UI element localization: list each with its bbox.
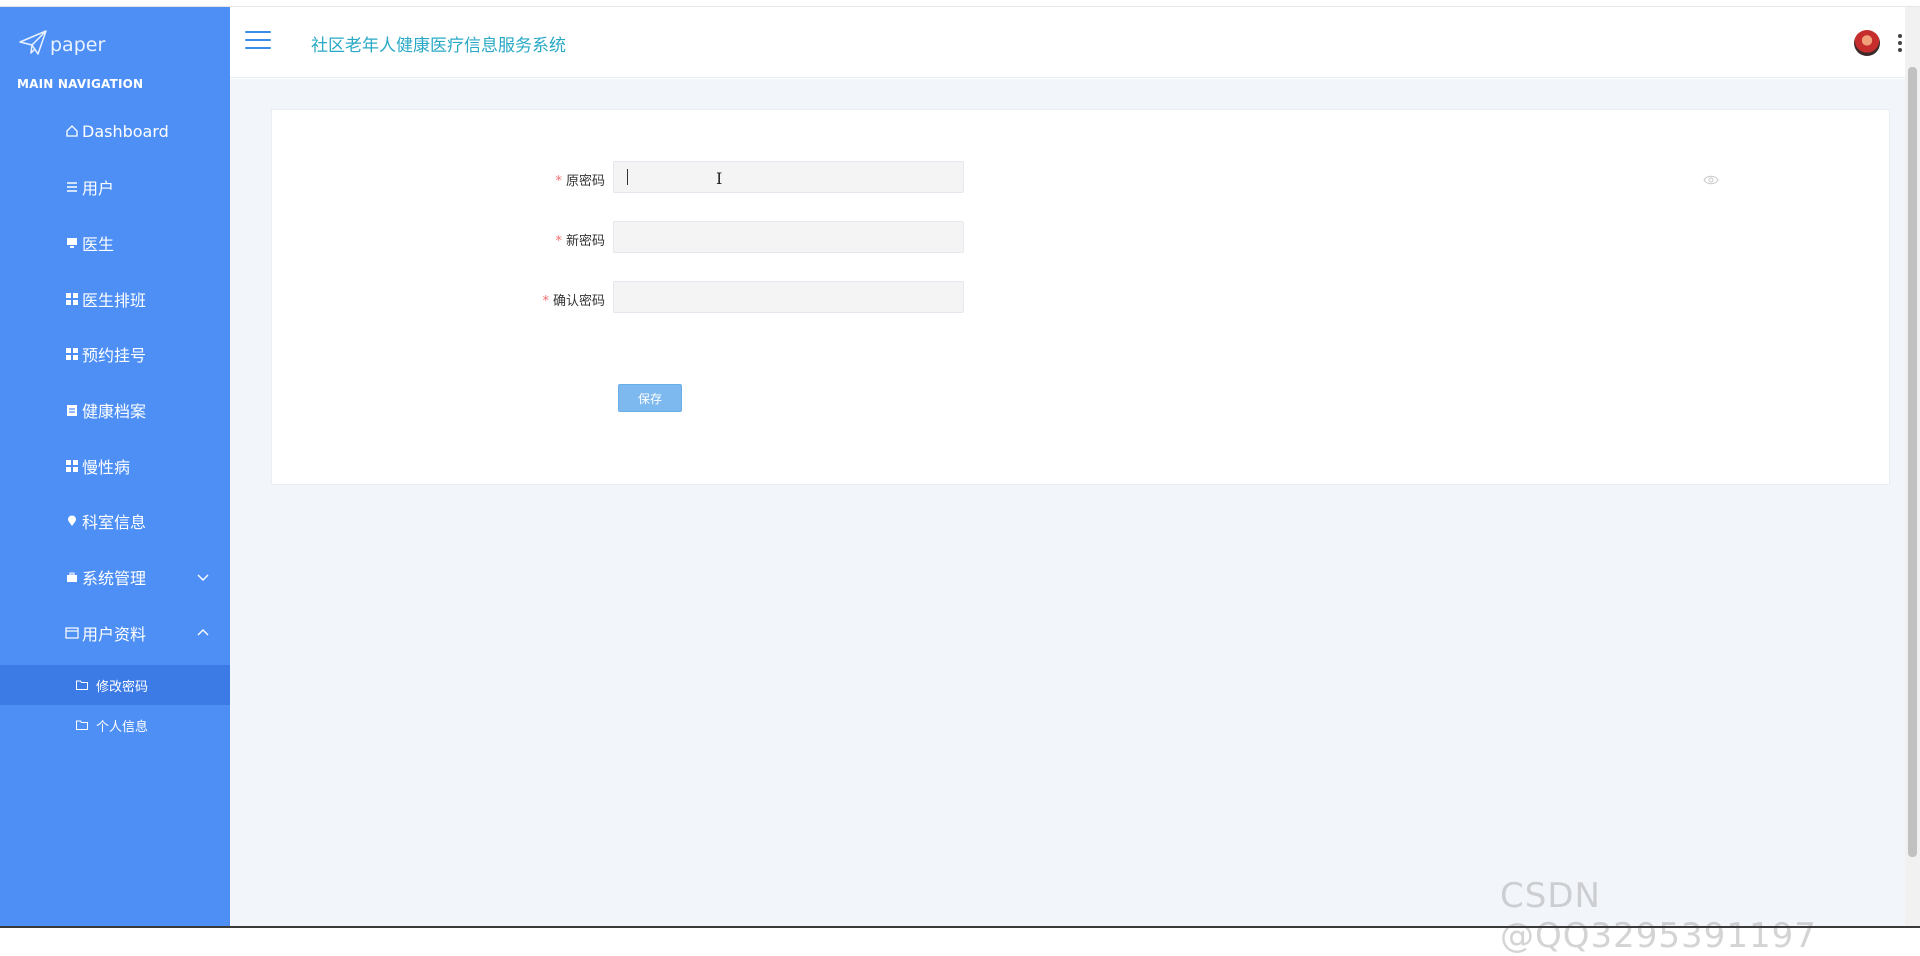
required-mark: * [542,294,549,309]
old-password-label: 原密码 [565,174,605,189]
grid-icon [63,457,81,475]
field-label-wrap: * 原密码 [272,161,605,195]
confirm-password-label: 确认密码 [552,294,605,309]
chevron-down-icon[interactable] [195,569,211,585]
sidebar-subitem-personal-info[interactable]: 个人信息 [0,705,232,745]
required-mark: * [555,234,562,249]
watermark: CSDN @QQ3295391197 [1500,876,1817,956]
sidebar-item-label: 系统管理 [82,569,147,588]
new-password-input[interactable] [613,221,964,253]
grid-icon [63,290,81,308]
top-edge [0,0,1920,7]
monitor-icon [63,234,81,252]
nav-heading: MAIN NAVIGATION [17,77,144,91]
field-label-wrap: * 确认密码 [272,281,605,315]
grid-icon [63,345,81,363]
form-row-confirm-password: * 确认密码 [272,281,1872,315]
brand-logo[interactable]: paper [18,25,105,65]
eye-icon[interactable] [1703,171,1719,185]
sidebar-item-doctors[interactable]: 医生 [0,215,230,271]
ibeam-cursor-icon: I [716,169,723,188]
sidebar: paper MAIN NAVIGATION Dashboard 用户 医生 医生… [0,7,254,928]
chevron-up-icon[interactable] [195,625,211,641]
sidebar-item-user-profile[interactable]: 用户资料 [0,605,230,661]
text-caret [627,169,628,185]
sidebar-item-label: 医生 [82,235,115,254]
form-row-new-password: * 新密码 [272,221,1872,255]
sidebar-item-health-records[interactable]: 健康档案 [0,382,230,438]
save-button[interactable]: 保存 [618,384,682,412]
sidebar-item-label: 健康档案 [82,402,147,421]
change-password-card: * 原密码 I * 新密码 * 确认密码 保存 [271,109,1890,485]
sidebar-item-users[interactable]: 用户 [0,159,230,215]
field-label: * 新密码 [265,230,605,249]
new-password-label: 新密码 [565,234,605,249]
sidebar-item-system-management[interactable]: 系统管理 [0,549,230,605]
sidebar-item-dashboard[interactable]: Dashboard [0,103,230,159]
brand-name: paper [50,34,106,56]
sidebar-subitem-label: 个人信息 [96,719,149,735]
sidebar-item-label: 医生排班 [82,291,147,310]
sidebar-item-departments[interactable]: 科室信息 [0,493,230,549]
field-label: * 确认密码 [265,290,605,309]
window-icon [63,624,81,642]
required-mark: * [555,174,562,189]
sidebar-subitem-label: 修改密码 [96,679,149,695]
sidebar-subitem-change-password[interactable]: 修改密码 [0,665,254,705]
field-label-wrap: * 新密码 [272,221,605,255]
confirm-password-input[interactable] [613,281,964,313]
vertical-scrollbar[interactable] [1905,7,1920,928]
list-icon [63,178,81,196]
more-options-icon[interactable] [1897,34,1903,52]
field-label: * 原密码 [265,170,605,189]
top-bar: 社区老年人健康医疗信息服务系统 [230,7,1920,78]
scrollbar-thumb[interactable] [1908,67,1917,857]
location-icon [63,512,81,530]
sidebar-item-label: 慢性病 [82,458,131,477]
avatar[interactable] [1854,30,1880,56]
folder-icon [76,718,90,732]
folder-icon [76,678,90,692]
main-content: * 原密码 I * 新密码 * 确认密码 保存 [230,79,1920,928]
briefcase-icon [63,568,81,586]
system-title: 社区老年人健康医疗信息服务系统 [311,36,566,56]
home-icon [63,122,81,140]
sidebar-item-chronic-disease[interactable]: 慢性病 [0,438,230,494]
form-row-old-password: * 原密码 I [272,161,1872,195]
sidebar-item-label: 用户资料 [82,625,147,644]
sidebar-item-label: Dashboard [82,121,169,141]
app-root: paper MAIN NAVIGATION Dashboard 用户 医生 医生… [0,0,1920,956]
old-password-input[interactable] [613,161,964,193]
sidebar-item-doctor-schedule[interactable]: 医生排班 [0,271,230,327]
paper-plane-icon [18,28,48,62]
clipboard-icon [63,401,81,419]
sidebar-item-label: 用户 [82,179,115,198]
sidebar-item-label: 科室信息 [82,513,147,532]
menu-toggle-icon[interactable] [245,31,271,51]
sidebar-item-appointments[interactable]: 预约挂号 [0,326,230,382]
sidebar-item-label: 预约挂号 [82,346,147,365]
